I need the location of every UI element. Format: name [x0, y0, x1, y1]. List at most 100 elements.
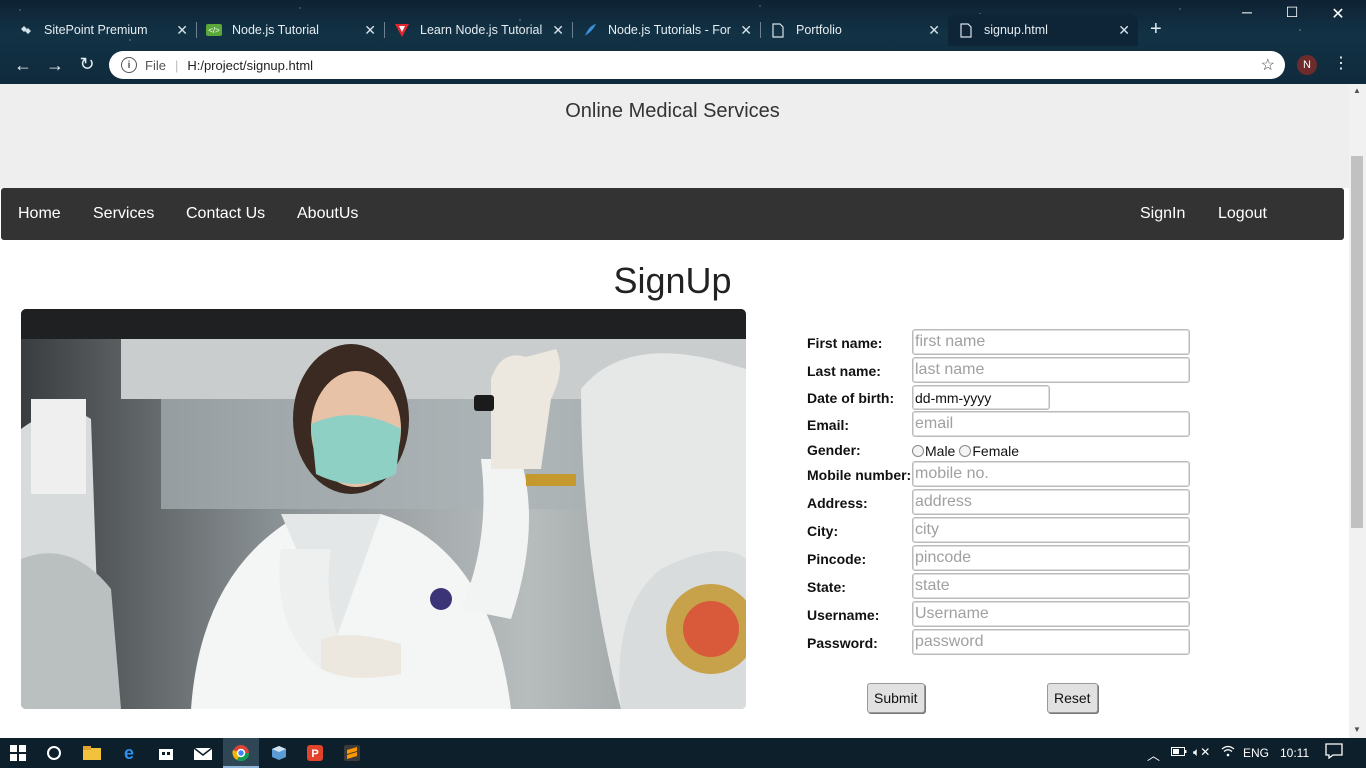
- tab-label: Node.js Tutorial: [232, 23, 319, 37]
- reload-icon[interactable]: ↻: [75, 54, 99, 75]
- new-tab-button[interactable]: +: [1150, 18, 1162, 41]
- browser-menu-icon[interactable]: ⋮: [1333, 53, 1349, 73]
- scroll-up-icon[interactable]: ▲: [1353, 86, 1361, 95]
- close-tab-icon[interactable]: ✕: [552, 22, 564, 39]
- state-label: State:: [807, 579, 846, 595]
- maximize-icon[interactable]: ☐: [1272, 4, 1312, 21]
- profile-initial: N: [1303, 59, 1311, 71]
- gender-male-label: Male: [925, 443, 956, 459]
- site-title: Online Medical Services: [565, 100, 780, 122]
- windows-start-icon[interactable]: [8, 743, 28, 763]
- close-tab-icon[interactable]: ✕: [928, 22, 940, 39]
- username-field[interactable]: [912, 601, 1190, 627]
- tab-portfolio[interactable]: Portfolio ✕: [760, 14, 949, 46]
- tab-signup[interactable]: signup.html ✕: [948, 14, 1138, 46]
- svg-text:</>: </>: [208, 26, 220, 35]
- wifi-icon[interactable]: [1221, 745, 1235, 760]
- language-indicator[interactable]: ENG: [1243, 746, 1269, 760]
- red-v-icon: [394, 22, 410, 38]
- doctor-photo: [21, 309, 746, 709]
- gender-male-radio[interactable]: [912, 445, 924, 457]
- sublime-text-icon[interactable]: [342, 743, 362, 763]
- reset-button[interactable]: Reset: [1047, 683, 1098, 713]
- search-circle-icon[interactable]: [44, 743, 64, 763]
- info-icon[interactable]: i: [121, 57, 137, 73]
- address-bar[interactable]: i File | H:/project/signup.html ☆: [109, 51, 1285, 79]
- page-scrollbar[interactable]: ▲ ▼: [1349, 84, 1366, 738]
- gender-label: Gender:: [807, 442, 861, 458]
- gender-female-label: Female: [972, 443, 1020, 459]
- profile-avatar[interactable]: N: [1297, 55, 1317, 75]
- battery-icon[interactable]: [1171, 745, 1187, 760]
- first-name-field[interactable]: [912, 329, 1190, 355]
- file-explorer-icon[interactable]: [82, 743, 102, 763]
- taskbar: e P ︿ 🔈︎✕ ENG 10:11: [0, 738, 1366, 768]
- virtualbox-icon[interactable]: [269, 743, 289, 763]
- gender-female-radio[interactable]: [959, 445, 972, 457]
- clock[interactable]: 10:11: [1280, 746, 1309, 760]
- minimize-icon[interactable]: ─: [1227, 4, 1267, 20]
- password-field[interactable]: [912, 629, 1190, 655]
- postman-icon[interactable]: P: [305, 743, 325, 763]
- close-tab-icon[interactable]: ✕: [176, 22, 188, 39]
- state-field[interactable]: [912, 573, 1190, 599]
- notification-icon[interactable]: [1325, 743, 1343, 762]
- close-window-icon[interactable]: ✕: [1318, 4, 1358, 24]
- document-icon: [770, 22, 786, 38]
- close-tab-icon[interactable]: ✕: [740, 22, 752, 39]
- dob-field[interactable]: dd-mm-yyyy: [912, 385, 1050, 410]
- store-icon[interactable]: [156, 743, 176, 763]
- address-label: Address:: [807, 495, 868, 511]
- tab-label: Node.js Tutorials - For: [608, 23, 731, 37]
- nav-contact-us[interactable]: Contact Us: [186, 205, 265, 223]
- first-name-label: First name:: [807, 335, 883, 351]
- svg-text:P: P: [311, 748, 318, 760]
- document-icon: [958, 22, 974, 38]
- tab-learn-nodejs[interactable]: Learn Node.js Tutorial ✕: [384, 14, 573, 46]
- tab-sitepoint[interactable]: SitePoint Premium ✕: [8, 14, 197, 46]
- username-label: Username:: [807, 607, 880, 623]
- password-label: Password:: [807, 635, 878, 651]
- edge-icon[interactable]: e: [119, 743, 139, 763]
- address-divider: |: [174, 57, 179, 73]
- scrollbar-thumb[interactable]: [1351, 156, 1363, 528]
- city-label: City:: [807, 523, 839, 539]
- volume-muted-icon[interactable]: 🔈︎✕: [1193, 745, 1210, 760]
- mobile-label: Mobile number:: [807, 467, 912, 483]
- bookmark-star-icon[interactable]: ☆: [1261, 55, 1275, 75]
- pincode-field[interactable]: [912, 545, 1190, 571]
- city-field[interactable]: [912, 517, 1190, 543]
- nodejs-icon: </>: [206, 22, 222, 38]
- close-tab-icon[interactable]: ✕: [1118, 22, 1130, 39]
- back-icon[interactable]: ←: [11, 55, 35, 76]
- dob-label: Date of birth:: [807, 390, 895, 406]
- feather-icon: [582, 22, 598, 38]
- mail-icon[interactable]: [193, 743, 213, 763]
- chrome-icon[interactable]: [231, 743, 251, 763]
- navbar: Home Services Contact Us AboutUs SignIn …: [1, 188, 1344, 240]
- nav-services[interactable]: Services: [93, 205, 154, 223]
- address-url: H:/project/signup.html: [187, 57, 314, 73]
- last-name-field[interactable]: [912, 357, 1190, 383]
- page-heading: SignUp: [613, 260, 732, 301]
- tray-chevron-icon[interactable]: ︿: [1147, 745, 1160, 764]
- address-field[interactable]: [912, 489, 1190, 515]
- close-tab-icon[interactable]: ✕: [364, 22, 376, 39]
- email-label: Email:: [807, 417, 850, 433]
- nav-home[interactable]: Home: [18, 205, 61, 223]
- submit-button[interactable]: Submit: [867, 683, 925, 713]
- nav-logout[interactable]: Logout: [1218, 205, 1267, 223]
- tab-nodejs-tutorials-for[interactable]: Node.js Tutorials - For ✕: [572, 14, 761, 46]
- tab-label: SitePoint Premium: [44, 23, 148, 37]
- nav-about-us[interactable]: AboutUs: [297, 205, 358, 223]
- forward-icon[interactable]: →: [43, 55, 67, 76]
- page-viewport: Online Medical Services Home Services Co…: [0, 84, 1366, 738]
- mobile-field[interactable]: [912, 461, 1190, 487]
- email-field[interactable]: [912, 411, 1190, 437]
- nav-signin[interactable]: SignIn: [1140, 205, 1185, 223]
- tab-label: Learn Node.js Tutorial: [420, 23, 543, 37]
- pincode-label: Pincode:: [807, 551, 867, 567]
- scroll-down-icon[interactable]: ▼: [1353, 725, 1361, 734]
- tab-nodejs-tutorial[interactable]: </> Node.js Tutorial ✕: [196, 14, 385, 46]
- last-name-label: Last name:: [807, 363, 881, 379]
